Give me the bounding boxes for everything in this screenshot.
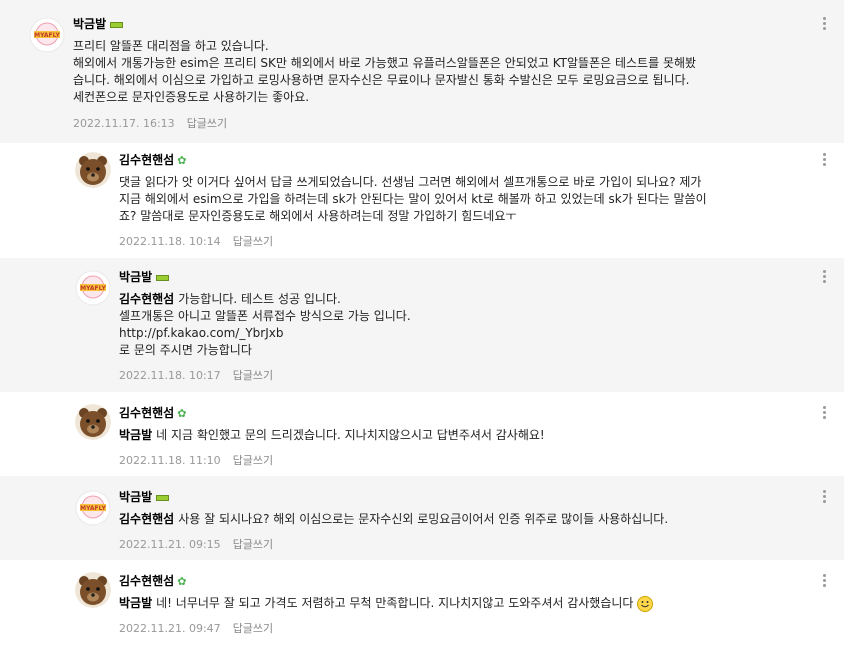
reply-button[interactable]: 답글쓰기	[233, 538, 273, 551]
reply-button[interactable]: 답글쓰기	[187, 117, 227, 130]
comment-date: 2022.11.18. 11:10	[119, 454, 221, 467]
avatar[interactable]	[75, 572, 111, 608]
mention-tag[interactable]: 김수현핸섬	[119, 292, 174, 306]
comment-line: 김수현핸섬 사용 잘 되시나요? 해외 이심으로는 문자수신외 로밍요금이어서 인…	[119, 511, 668, 528]
comment-line: 박금발 네! 너무너무 잘 되고 가격도 저렴하고 무척 만족합니다. 지나치지않…	[119, 595, 654, 612]
comment-line-text: 네 지금 확인했고 문의 드리겠습니다. 지나치지않으시고 답변주셔서 감사해요…	[156, 428, 545, 442]
comment-line-text: 사용 잘 되시나요? 해외 이심으로는 문자수신외 로밍요금이어서 인증 위주로…	[178, 512, 669, 526]
avatar[interactable]: MYAFLY	[75, 490, 111, 526]
comment-meta: 2022.11.18. 11:10 답글쓰기	[119, 452, 273, 468]
author-name[interactable]: 김수현핸섬	[119, 574, 174, 588]
author-name[interactable]: 김수현핸섬	[119, 153, 174, 167]
reply-button[interactable]: 답글쓰기	[233, 454, 273, 467]
comment-meta: 2022.11.21. 09:47 답글쓰기	[119, 620, 273, 636]
comment-author[interactable]: 김수현핸섬 ✿	[119, 573, 186, 590]
myafly-logo-icon: MYAFLY	[75, 270, 111, 306]
comment-meta: 2022.11.21. 09:15 답글쓰기	[119, 536, 273, 552]
svg-text:MYAFLY: MYAFLY	[80, 505, 106, 512]
reply-button[interactable]: 답글쓰기	[233, 369, 273, 382]
comment-date: 2022.11.18. 10:17	[119, 369, 221, 382]
more-vertical-icon[interactable]	[819, 15, 829, 33]
comment-author[interactable]: 박금발	[119, 489, 170, 505]
avatar[interactable]: MYAFLY	[29, 17, 65, 53]
avatar[interactable]: MYAFLY	[75, 270, 111, 306]
more-vertical-icon[interactable]	[819, 404, 829, 422]
comment-text: 박금발 네 지금 확인했고 문의 드리겠습니다. 지나치지않으시고 답변주셔서 감…	[119, 427, 545, 444]
comment-text: 김수현핸섬 가능합니다. 테스트 성공 입니다. 셀프개통은 아니고 알뜰폰 서류…	[119, 291, 411, 359]
avatar[interactable]	[75, 404, 111, 440]
comment-date: 2022.11.17. 16:13	[73, 117, 175, 130]
comment-author[interactable]: 박금발	[119, 269, 170, 285]
comment-line-text: 가능합니다. 테스트 성공 입니다.	[178, 292, 341, 306]
comment-text: 김수현핸섬 사용 잘 되시나요? 해외 이심으로는 문자수신외 로밍요금이어서 인…	[119, 511, 668, 528]
svg-text:MYAFLY: MYAFLY	[80, 285, 106, 292]
bear-avatar-icon	[75, 152, 111, 188]
comment-line: 로 문의 주시면 가능합니다	[119, 343, 252, 357]
comment-date: 2022.11.21. 09:47	[119, 622, 221, 635]
comment-text: 댓글 읽다가 앗 이거다 싶어서 답글 쓰게되었습니다. 선생님 그러면 해외에…	[119, 174, 707, 225]
comment-line: 댓글 읽다가 앗 이거다 싶어서 답글 쓰게되었습니다. 선생님 그러면 해외에…	[119, 175, 702, 189]
comment-meta: 2022.11.18. 10:17 답글쓰기	[119, 367, 273, 383]
comment-line: 셀프개통은 아니고 알뜰폰 서류접수 방식으로 가능 입니다.	[119, 309, 411, 323]
comment-author[interactable]: 김수현핸섬 ✿	[119, 405, 186, 422]
comment-line: 세컨폰으로 문자인증용도로 사용하기는 좋아요.	[73, 90, 310, 104]
more-vertical-icon[interactable]	[819, 488, 829, 506]
myafly-logo-icon: MYAFLY	[29, 17, 65, 53]
more-vertical-icon[interactable]	[819, 572, 829, 590]
sprout-icon: ✿	[177, 153, 187, 167]
comment-meta: 2022.11.17. 16:13 답글쓰기	[73, 115, 227, 131]
author-name[interactable]: 박금발	[119, 490, 152, 504]
comment-line: 박금발 네 지금 확인했고 문의 드리겠습니다. 지나치지않으시고 답변주셔서 감…	[119, 427, 545, 444]
bear-avatar-icon	[75, 404, 111, 440]
comment-item: 김수현핸섬 ✿ 댓글 읽다가 앗 이거다 싶어서 답글 쓰게되었습니다. 선생님 …	[0, 143, 844, 258]
comment-author[interactable]: 김수현핸섬 ✿	[119, 152, 186, 169]
reply-button[interactable]: 답글쓰기	[233, 235, 273, 248]
avatar[interactable]	[75, 152, 111, 188]
comment-text: 프리티 알뜰폰 대리점을 하고 있습니다. 해외에서 개통가능한 esim은 프…	[73, 38, 696, 106]
author-name[interactable]: 박금발	[73, 17, 106, 31]
comment-meta: 2022.11.18. 10:14 답글쓰기	[119, 233, 273, 249]
comment-author[interactable]: 박금발	[73, 16, 124, 32]
comment-line: 해외에서 개통가능한 esim은 프리티 SK만 해외에서 바로 가능했고 유플…	[73, 56, 697, 70]
comment-date: 2022.11.18. 10:14	[119, 235, 221, 248]
comment-link[interactable]: http://pf.kakao.com/_YbrJxb	[119, 325, 411, 342]
comment-item: MYAFLY 박금발 프리티 알뜰폰 대리점을 하고 있습니다. 해외에서 개통…	[0, 0, 844, 143]
comment-line: 김수현핸섬 가능합니다. 테스트 성공 입니다.	[119, 291, 411, 308]
comment-text: 박금발 네! 너무너무 잘 되고 가격도 저렴하고 무척 만족합니다. 지나치지않…	[119, 595, 654, 612]
author-name[interactable]: 박금발	[119, 270, 152, 284]
level-badge-icon	[110, 21, 124, 28]
author-name[interactable]: 김수현핸섬	[119, 406, 174, 420]
comment-line-text: 네! 너무너무 잘 되고 가격도 저렴하고 무척 만족합니다. 지나치지않고 도…	[156, 596, 634, 610]
comment-date: 2022.11.21. 09:15	[119, 538, 221, 551]
smile-emoji-icon	[637, 595, 654, 612]
comment-line: 습니다. 해외에서 이심으로 가입하고 로밍사용하면 문자수신은 무료이나 문자…	[73, 73, 690, 87]
level-badge-icon	[156, 494, 170, 501]
reply-button[interactable]: 답글쓰기	[233, 622, 273, 635]
comment-item: 김수현핸섬 ✿ 박금발 네! 너무너무 잘 되고 가격도 저렴하고 무척 만족합니다…	[0, 560, 844, 654]
svg-text:MYAFLY: MYAFLY	[34, 32, 60, 39]
comment-item: 김수현핸섬 ✿ 박금발 네 지금 확인했고 문의 드리겠습니다. 지나치지않으시고 …	[0, 392, 844, 476]
comment-line: 지금 해외에서 esim으로 가입을 하려는데 sk가 안된다는 말이 있어서 …	[119, 192, 707, 206]
sprout-icon: ✿	[177, 574, 187, 588]
comment-line: 죠? 말씀대로 문자인증용도로 해외에서 사용하려는데 정말 가입하기 힘드네요…	[119, 209, 517, 223]
more-vertical-icon[interactable]	[819, 268, 829, 286]
mention-tag[interactable]: 박금발	[119, 428, 152, 442]
level-badge-icon	[156, 274, 170, 281]
bear-avatar-icon	[75, 572, 111, 608]
more-vertical-icon[interactable]	[819, 151, 829, 169]
comment-line: 프리티 알뜰폰 대리점을 하고 있습니다.	[73, 39, 269, 53]
myafly-logo-icon: MYAFLY	[75, 490, 111, 526]
comment-item: MYAFLY 박금발 김수현핸섬 가능합니다. 테스트 성공 입니다. 셀프개통은…	[0, 258, 844, 392]
mention-tag[interactable]: 김수현핸섬	[119, 512, 174, 526]
mention-tag[interactable]: 박금발	[119, 596, 152, 610]
sprout-icon: ✿	[177, 406, 187, 420]
comment-item: MYAFLY 박금발 김수현핸섬 사용 잘 되시나요? 해외 이심으로는 문자수신…	[0, 476, 844, 560]
